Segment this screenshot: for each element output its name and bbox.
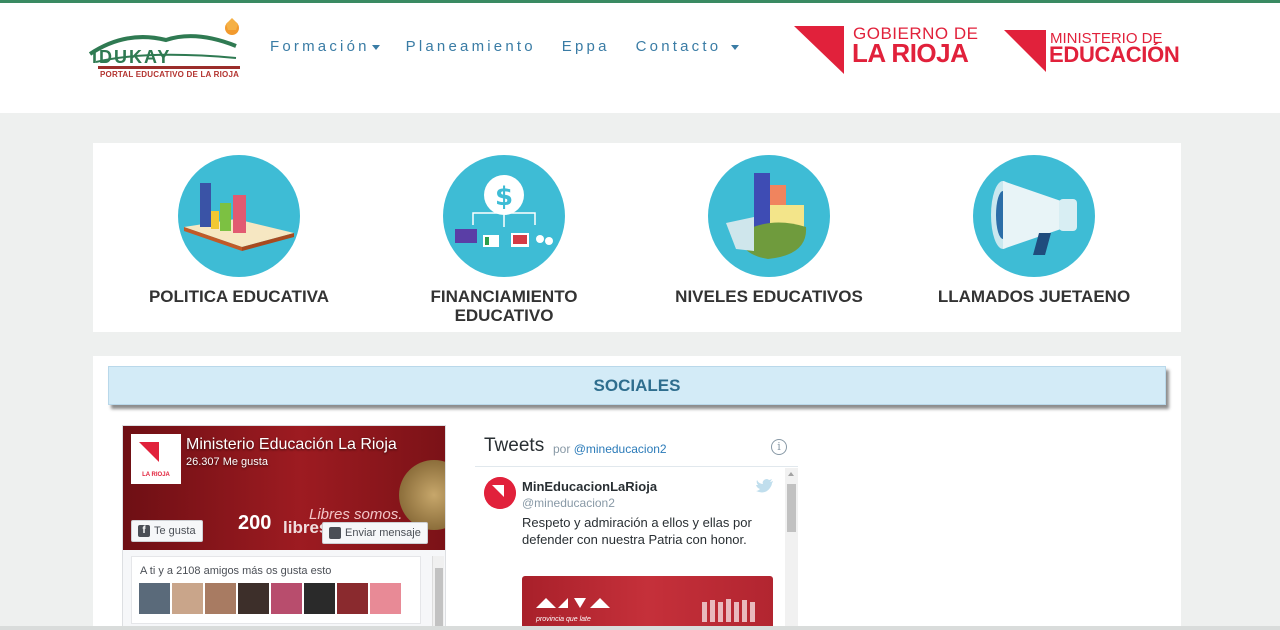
tweet-media[interactable]: provincia que late xyxy=(522,576,773,630)
category-label: NIVELES EDUCATIVOS xyxy=(675,287,863,306)
facebook-widget: LA RIOJA Ministerio Educación La Rioja 2… xyxy=(122,425,446,630)
category-politica-educativa[interactable]: POLITICA EDUCATIVA xyxy=(119,155,359,306)
scrollbar-thumb[interactable] xyxy=(787,484,796,532)
facebook-scrollbar[interactable] xyxy=(432,556,444,630)
tweet-avatar[interactable] xyxy=(484,477,516,509)
like-button-label: Te gusta xyxy=(154,525,196,537)
tweet-handle[interactable]: @mineducacion2 xyxy=(522,496,615,510)
facebook-like-button[interactable]: f Te gusta xyxy=(131,520,203,542)
sociales-title: SOCIALES xyxy=(593,376,681,395)
sociales-header: SOCIALES xyxy=(108,366,1166,405)
nav-contacto-label: Contacto xyxy=(635,38,722,55)
svg-text:$: $ xyxy=(495,182,513,212)
tweet-text: Respeto y admiración a ellos y ellas por… xyxy=(522,515,752,547)
facebook-likes: 26.307 Me gusta xyxy=(186,456,268,468)
category-label: FINANCIAMIENTO EDUCATIVO xyxy=(430,287,578,325)
gobierno-line2: LA RIOJA xyxy=(852,38,969,68)
caret-down-icon xyxy=(730,44,739,50)
twitter-scrollbar[interactable] xyxy=(785,468,798,630)
tweets-by: por @mineducacion2 xyxy=(553,442,667,456)
coin-image xyxy=(399,460,445,530)
facebook-message-button[interactable]: Enviar mensaje xyxy=(322,522,428,544)
megaphone-icon xyxy=(973,155,1095,277)
scrollbar-thumb[interactable] xyxy=(435,568,443,628)
friend-avatar[interactable] xyxy=(271,583,302,614)
friend-avatar[interactable] xyxy=(139,583,170,614)
twitter-bird-icon[interactable] xyxy=(756,479,774,493)
friend-avatar[interactable] xyxy=(172,583,203,614)
friend-avatar[interactable] xyxy=(238,583,269,614)
finance-icon: $ xyxy=(443,155,565,277)
category-llamados[interactable]: LLAMADOS JUETAENO xyxy=(914,155,1154,306)
friend-avatar[interactable] xyxy=(370,583,401,614)
friend-avatar[interactable] xyxy=(337,583,368,614)
ministerio-line2: EDUCACIÓN xyxy=(1049,42,1180,67)
by-prefix: por xyxy=(553,442,571,456)
category-label: LLAMADOS JUETAENO xyxy=(937,287,1131,306)
scroll-up-icon[interactable] xyxy=(788,472,794,476)
categories-panel: POLITICA EDUCATIVA $ FINANCIAMIENTO EDUC… xyxy=(93,143,1181,332)
category-financiamiento-educativo[interactable]: $ FINANCIAMIENTO EDUCATIVO xyxy=(384,155,624,325)
friends-text: A ti y a 2108 amigos más os gusta esto xyxy=(140,565,332,577)
logo-subtitle: PORTAL EDUCATIVO DE LA RIOJA xyxy=(100,70,240,79)
nav-planeamiento-label: Planeamiento xyxy=(405,38,536,55)
main-nav: Formación Planeamiento Eppa Contacto xyxy=(270,38,765,55)
facebook-friends-box: A ti y a 2108 amigos más os gusta esto xyxy=(131,556,421,624)
nav-formacion-label: Formación xyxy=(270,38,370,55)
by-handle-link[interactable]: @mineducacion2 xyxy=(574,442,667,456)
message-icon xyxy=(329,527,341,539)
cover-200: 200 xyxy=(238,512,272,534)
friend-avatar[interactable] xyxy=(304,583,335,614)
nav-formacion[interactable]: Formación xyxy=(270,38,380,55)
twitter-widget: Tweets por @mineducacion2 i MinEducacion… xyxy=(475,425,798,630)
media-caption: provincia que late xyxy=(536,616,591,623)
category-niveles-educativos[interactable]: NIVELES EDUCATIVOS xyxy=(649,155,889,306)
book-chart-icon xyxy=(178,155,300,277)
nav-eppa[interactable]: Eppa xyxy=(562,38,610,55)
nav-planeamiento[interactable]: Planeamiento xyxy=(406,38,536,55)
friends-faces xyxy=(139,583,401,614)
facebook-icon: f xyxy=(138,525,150,537)
logo-text: IDUKAY xyxy=(92,47,171,67)
category-label: POLITICA EDUCATIVA xyxy=(148,287,330,306)
nav-eppa-label: Eppa xyxy=(561,38,610,55)
twitter-header: Tweets por @mineducacion2 i xyxy=(475,425,798,467)
facebook-cover[interactable]: LA RIOJA Ministerio Educación La Rioja 2… xyxy=(123,426,445,550)
facebook-avatar[interactable]: LA RIOJA xyxy=(131,434,181,484)
caret-down-icon xyxy=(371,44,380,50)
tweets-title: Tweets xyxy=(484,435,545,456)
facebook-page-name[interactable]: Ministerio Educación La Rioja xyxy=(186,436,397,454)
avatar-text: LA RIOJA xyxy=(142,472,170,478)
bottom-bar xyxy=(0,626,1280,630)
friend-avatar[interactable] xyxy=(205,583,236,614)
message-button-label: Enviar mensaje xyxy=(345,527,421,539)
pie-chart-icon xyxy=(708,155,830,277)
nav-contacto[interactable]: Contacto xyxy=(636,38,739,55)
tweet-username[interactable]: MinEducacionLaRioja xyxy=(522,479,657,494)
info-icon[interactable]: i xyxy=(771,439,787,455)
